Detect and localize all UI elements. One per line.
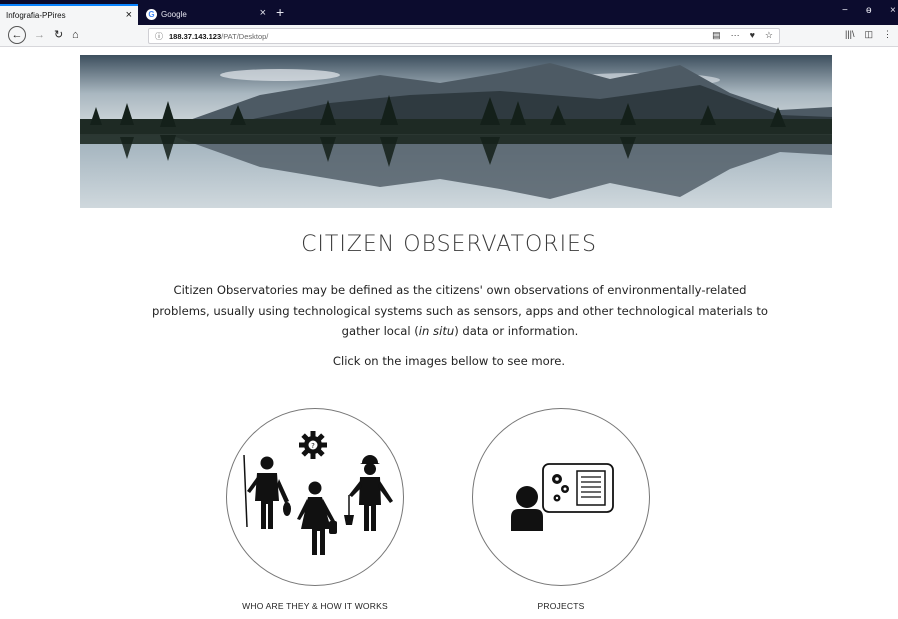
google-icon: G xyxy=(146,9,157,20)
url-host: 188.37.143.123 xyxy=(169,31,222,41)
minimize-button[interactable]: − xyxy=(842,5,848,16)
banner-image xyxy=(80,55,832,208)
projects-card[interactable] xyxy=(472,408,650,586)
tab-google[interactable]: G Google × xyxy=(140,4,272,25)
who-are-they-card[interactable]: ? xyxy=(226,408,404,586)
tab-label: Infografia-PPires xyxy=(6,11,66,20)
tab-label: Google xyxy=(161,10,187,19)
close-icon[interactable]: × xyxy=(126,10,132,21)
new-tab-button[interactable]: + xyxy=(276,4,284,20)
forward-button[interactable]: → xyxy=(34,28,45,42)
nav-bar: ← → ↻ ⌂ ⓘ 188.37.143.123 /PAT/Desktop/ ▤… xyxy=(0,25,898,47)
reload-button[interactable]: ↻ xyxy=(54,28,63,42)
projects-label[interactable]: PROJECTS xyxy=(502,601,620,611)
close-icon[interactable]: × xyxy=(260,8,266,19)
description-text-end: ) data or information. xyxy=(454,324,579,338)
page-title: CITIZEN OBSERVATORIES xyxy=(301,232,597,257)
instruction-text: Click on the images bellow to see more. xyxy=(332,354,566,368)
url-bar[interactable]: ⓘ 188.37.143.123 /PAT/Desktop/ ▤ ··· ♥ ☆ xyxy=(148,28,780,44)
page-actions-icon[interactable]: ··· xyxy=(731,30,740,41)
tab-bar: Infografia-PPires × G Google × + − ɵ × xyxy=(0,0,898,25)
info-icon[interactable]: ⓘ xyxy=(155,31,163,42)
page-description: Citizen Observatories may be defined as … xyxy=(150,280,770,342)
svg-text:?: ? xyxy=(311,442,315,450)
home-icon[interactable]: ⌂ xyxy=(72,28,79,42)
bookmark-star-icon[interactable]: ☆ xyxy=(765,30,773,41)
sidebar-icon[interactable]: ◫ xyxy=(864,29,873,40)
library-icon[interactable]: |||\ xyxy=(845,29,855,40)
menu-icon[interactable]: ⋮ xyxy=(883,29,892,40)
restore-button[interactable]: ɵ xyxy=(866,5,872,16)
presentation-icon xyxy=(511,463,614,531)
reader-view-icon[interactable]: ▤ xyxy=(712,30,721,41)
back-button[interactable]: ← xyxy=(8,26,26,44)
who-are-they-label[interactable]: WHO ARE THEY & HOW IT WORKS xyxy=(206,601,424,611)
url-path: /PAT/Desktop/ xyxy=(221,31,269,41)
people-icon: ? xyxy=(243,431,393,555)
pocket-icon[interactable]: ♥ xyxy=(750,30,755,41)
tab-infografia[interactable]: Infografia-PPires × xyxy=(0,4,138,25)
description-italic: in situ xyxy=(418,324,455,338)
close-window-button[interactable]: × xyxy=(890,5,896,16)
